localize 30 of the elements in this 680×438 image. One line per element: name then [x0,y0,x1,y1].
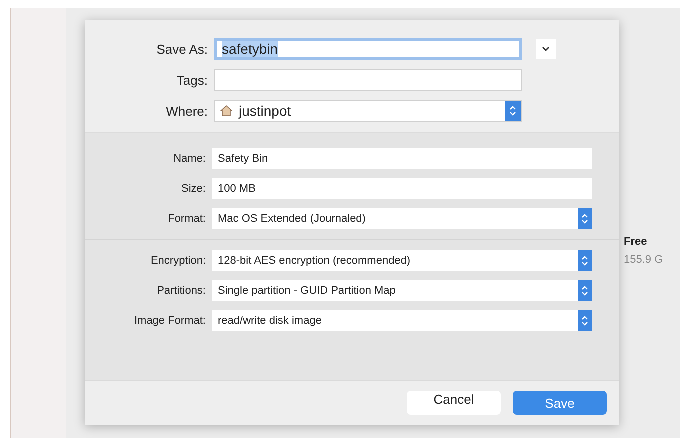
field-label: Name: [172,152,206,164]
field-label: Size: [180,182,206,194]
home-folder-icon [220,105,233,117]
expand-button[interactable] [536,39,556,59]
field-label: Save As: [156,42,208,56]
stepper-icon [578,208,592,229]
chevron-down-icon [541,45,551,53]
dialog-button[interactable]: Cancel [407,391,501,415]
save-as-field[interactable]: safetybin [214,38,522,60]
where-popup[interactable]: justinpot [214,100,522,122]
popup-menu[interactable]: Mac OS Extended (Journaled) [212,208,592,229]
field-label: Format: [167,212,206,224]
stepper-icon [578,250,592,271]
text-field[interactable]: Safety Bin [212,148,592,169]
stepper-icon [505,101,521,121]
field-label: Partitions: [156,284,206,296]
popup-menu[interactable]: 128-bit AES encryption (recommended) [212,250,592,271]
field-label: Encryption: [150,254,206,266]
popup-menu[interactable]: read/write disk image [212,310,592,331]
dialog-button[interactable]: Save [513,391,607,415]
popup-menu[interactable]: Single partition - GUID Partition Map [212,280,592,301]
stepper-icon [578,310,592,331]
field-label: Tags: [176,72,208,88]
tags-field[interactable] [214,69,522,91]
field-label: Where: [165,104,208,118]
column-heading: Free [624,236,648,248]
stepper-icon [578,280,592,301]
field-label: Image Format: [133,314,206,326]
text-field[interactable]: 100 MB [212,178,592,199]
free-space-value: 155.9 G [624,254,664,266]
